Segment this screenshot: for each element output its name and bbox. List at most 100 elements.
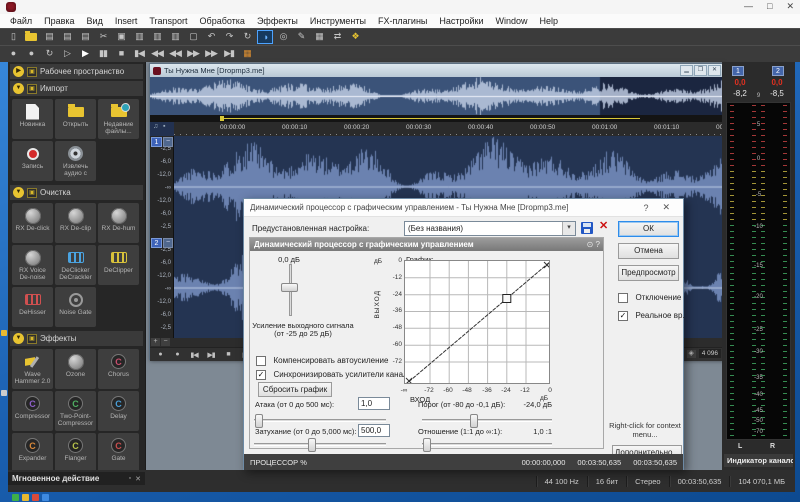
trim-icon[interactable]: ▢: [185, 30, 201, 44]
attack-slider-track[interactable]: [254, 419, 386, 422]
ratio-slider-thumb[interactable]: [423, 438, 431, 452]
checkbox-icon[interactable]: [256, 356, 266, 366]
play-plugin-icon[interactable]: ▷: [59, 47, 75, 61]
tile-rx-voice-de-noise[interactable]: RX Voice De-noise: [12, 245, 53, 285]
transfer-curve-graph[interactable]: [404, 260, 550, 384]
checkbox-icon[interactable]: ✓: [618, 311, 628, 321]
tile-rx-de-clip[interactable]: RX De-clip: [55, 203, 96, 243]
close-panel-icon[interactable]: ✕: [135, 475, 141, 483]
new-file-icon[interactable]: ▯: [5, 30, 21, 44]
swap-channels-icon[interactable]: ⇄: [329, 30, 345, 44]
cancel-button[interactable]: Отмена: [618, 243, 679, 259]
meter-panel-caption[interactable]: Индикатор каналов: [724, 454, 793, 467]
realtime-checkbox[interactable]: ✓ Реальное вр.: [618, 307, 685, 325]
tile-chorus[interactable]: CChorus: [98, 349, 139, 389]
paste-new-icon[interactable]: ▥: [167, 30, 183, 44]
record-icon[interactable]: ●: [170, 351, 184, 358]
tile-compressor[interactable]: CCompressor: [12, 391, 53, 431]
paste-special-icon[interactable]: ▥: [149, 30, 165, 44]
menu-инструменты[interactable]: Инструменты: [304, 14, 372, 28]
go-to-end-icon[interactable]: ▶▮: [221, 47, 237, 61]
checkbox-icon[interactable]: [618, 293, 628, 303]
wave-close-icon[interactable]: ✕: [708, 65, 721, 76]
channel-2-badge[interactable]: 2: [151, 238, 162, 248]
sidebar-section-рабочее-пространство[interactable]: ▶▣Рабочее пространство: [10, 64, 143, 79]
edit-tool-icon[interactable]: ✎: [293, 30, 309, 44]
preset-combobox[interactable]: (Без названия) ▾: [404, 221, 576, 236]
sidebar-section-импорт[interactable]: ▼▣Импорт: [10, 81, 143, 96]
reset-graph-button[interactable]: Сбросить график: [258, 382, 332, 397]
plugin-panel-header[interactable]: Динамический процессор с графическим упр…: [250, 238, 603, 251]
gain-slider-thumb[interactable]: [281, 283, 298, 292]
menu-эффекты[interactable]: Эффекты: [251, 14, 304, 28]
menu-файл[interactable]: Файл: [4, 14, 38, 28]
tile-flanger[interactable]: CFlanger: [55, 433, 96, 470]
tile-новинка[interactable]: Новинка: [12, 99, 53, 139]
zoom-in-icon[interactable]: ◈: [687, 350, 696, 358]
dialog-help-icon[interactable]: ?: [636, 203, 655, 213]
channel-1-badge[interactable]: 1: [151, 137, 162, 147]
properties-icon[interactable]: ▦: [311, 30, 327, 44]
menu-insert[interactable]: Insert: [109, 14, 144, 28]
threshold-slider-thumb[interactable]: [470, 414, 478, 428]
go-to-end-icon[interactable]: ▶▮: [204, 351, 218, 359]
delete-preset-icon[interactable]: ✕: [599, 219, 608, 232]
checkbox-icon[interactable]: ✓: [256, 370, 266, 380]
panel-header-icons[interactable]: ⊙ ?: [587, 238, 600, 251]
dialog-titlebar[interactable]: Динамический процессор с графическим упр…: [244, 199, 683, 217]
event-tool-icon[interactable]: ▦: [239, 47, 255, 61]
menu-настройки[interactable]: Настройки: [433, 14, 489, 28]
attack-slider-thumb[interactable]: [255, 414, 263, 428]
go-to-start-icon[interactable]: ▮◀: [131, 47, 147, 61]
stop-icon[interactable]: ■: [221, 351, 235, 358]
save-all-icon[interactable]: ▤: [77, 30, 93, 44]
menu-обработка[interactable]: Обработка: [194, 14, 251, 28]
spectral-view-icon[interactable]: ◑: [257, 30, 273, 44]
zoom-tool-icon[interactable]: ◎: [275, 30, 291, 44]
chevron-right-icon[interactable]: ▶: [13, 66, 24, 77]
channel-2-collapse-icon[interactable]: −: [163, 238, 173, 248]
next-marker-icon[interactable]: ▶▶: [203, 47, 219, 61]
tile-rx-de-hum[interactable]: RX De-hum: [98, 203, 139, 243]
rewind-icon[interactable]: ◀◀: [167, 47, 183, 61]
overview-waveform[interactable]: [150, 77, 723, 115]
tile-запись[interactable]: Запись: [12, 141, 53, 181]
tile-ozone[interactable]: Ozone: [55, 349, 96, 389]
release-input[interactable]: [358, 424, 390, 437]
menu-help[interactable]: Help: [534, 14, 565, 28]
pause-icon[interactable]: ▮▮: [95, 47, 111, 61]
marker-strip[interactable]: [150, 115, 723, 122]
tile-delay[interactable]: CDelay: [98, 391, 139, 431]
chevron-down-icon[interactable]: ▼: [13, 187, 24, 198]
channel-1-collapse-icon[interactable]: −: [163, 137, 173, 147]
chevron-down-icon[interactable]: ▾: [562, 222, 575, 235]
menu-fx-плагины[interactable]: FX-плагины: [372, 14, 433, 28]
stop-icon[interactable]: ■: [113, 47, 129, 61]
tile-declicker-decrackler[interactable]: DeClicker DeCrackler: [55, 245, 96, 285]
meter-channel-2-badge[interactable]: 2: [772, 66, 784, 76]
loop-playback-icon[interactable]: ↻: [41, 47, 57, 61]
tile-dehisser[interactable]: DeHisser: [12, 287, 53, 327]
clip-indicator-2[interactable]: 0,0: [762, 78, 792, 87]
paste-icon[interactable]: ▥: [131, 30, 147, 44]
bypass-checkbox[interactable]: Отключение: [618, 289, 681, 307]
repeat-icon[interactable]: ↻: [239, 30, 255, 44]
window-maximize-icon[interactable]: □: [767, 0, 772, 13]
ratio-slider-track[interactable]: [422, 443, 552, 446]
menu-window[interactable]: Window: [490, 14, 534, 28]
attack-input[interactable]: [358, 397, 390, 410]
tile-two-point-compressor[interactable]: CTwo-Point-Compressor: [55, 391, 96, 431]
wave-minimize-icon[interactable]: ▁: [680, 65, 693, 76]
tile-недавние-файлы[interactable]: Недавние файлы...: [98, 99, 139, 139]
record-arm-icon[interactable]: ●: [5, 47, 21, 61]
preview-button[interactable]: Предпросмотр: [618, 265, 679, 281]
curve-point-marker[interactable]: [503, 295, 511, 303]
wave-restore-icon[interactable]: ❐: [694, 65, 707, 76]
menu-правка[interactable]: Правка: [38, 14, 80, 28]
threshold-slider-track[interactable]: [422, 419, 552, 422]
save-preset-icon[interactable]: [581, 222, 593, 234]
hand-tool-icon[interactable]: ❖: [347, 30, 363, 44]
redo-icon[interactable]: ↷: [221, 30, 237, 44]
tile-wave-hammer-2-0[interactable]: Wave Hammer 2.0: [12, 349, 53, 389]
ok-button[interactable]: ОК: [618, 221, 679, 237]
